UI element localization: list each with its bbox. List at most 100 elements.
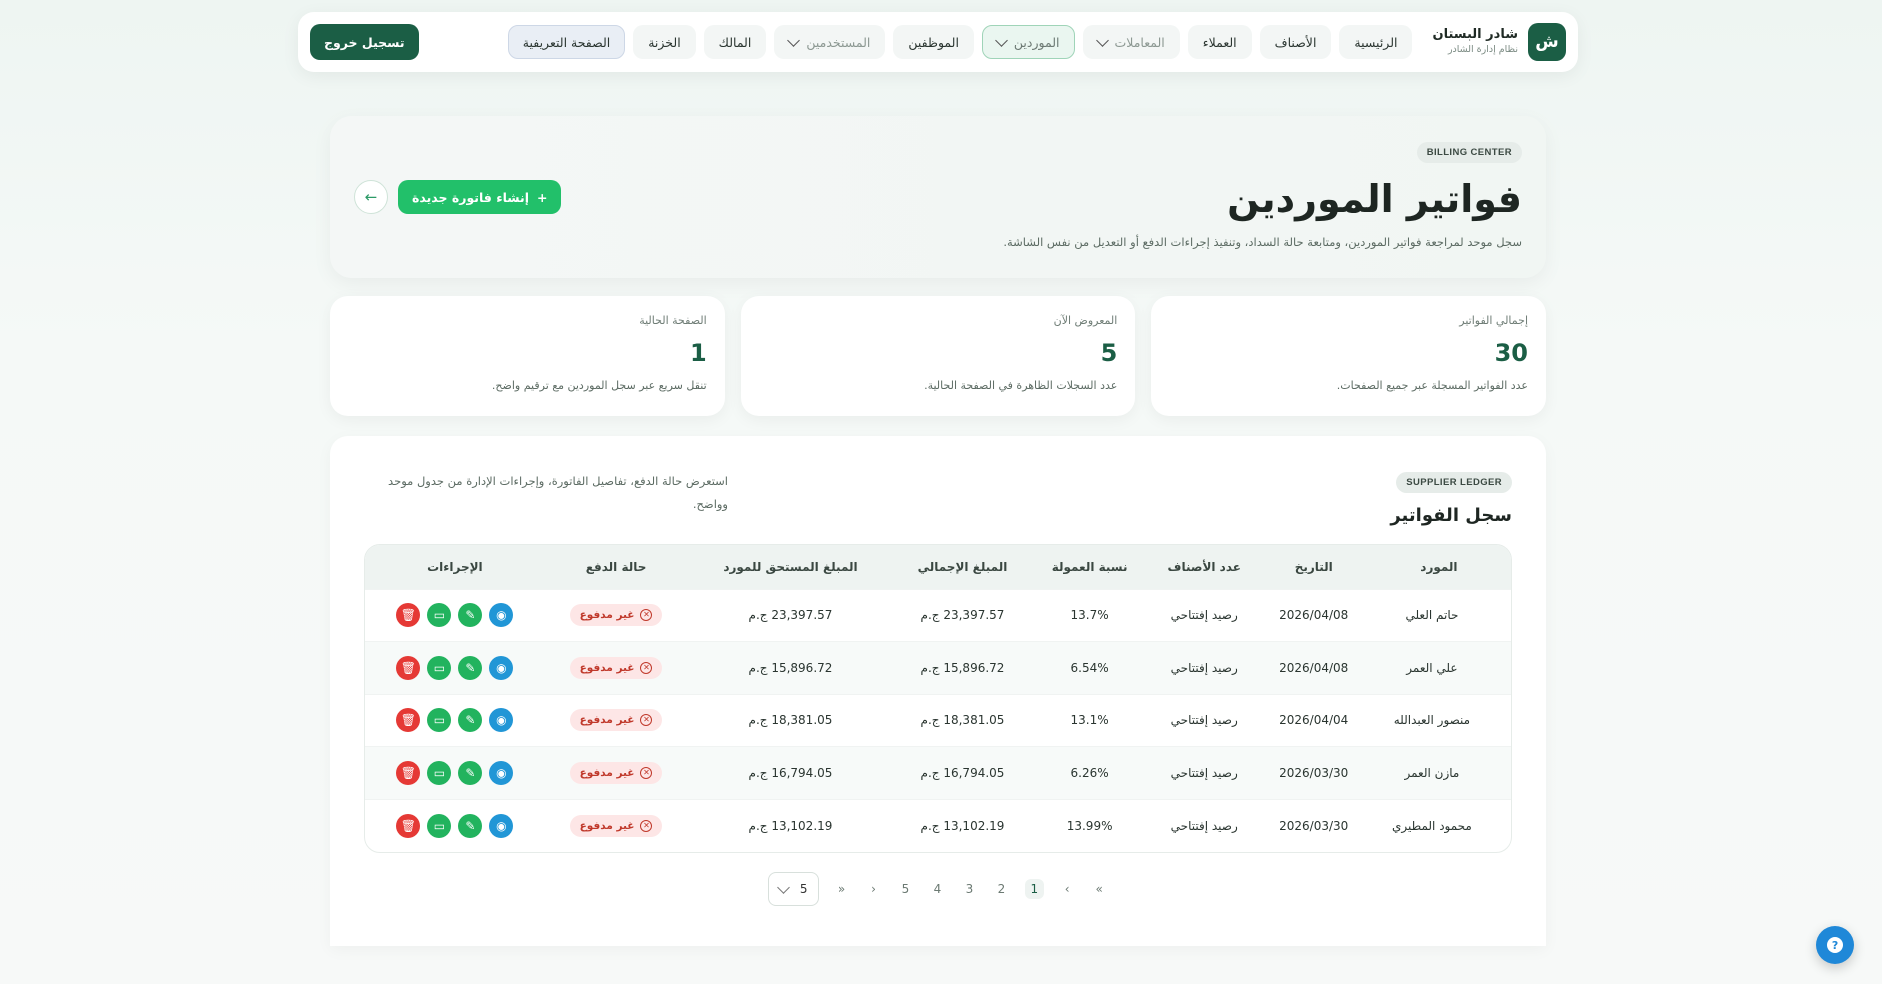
column-header: نسبة العمولة bbox=[1031, 545, 1148, 589]
due-amount-cell: 13,102.19 ج.م bbox=[687, 798, 894, 852]
pay-button[interactable]: ▭ bbox=[427, 655, 452, 680]
due-amount-cell: 16,794.05 ج.م bbox=[687, 746, 894, 799]
nav-item-landing-page[interactable]: الصفحة التعريفية bbox=[507, 25, 626, 59]
logout-button[interactable]: تسجيل خروج bbox=[310, 24, 419, 60]
delete-button[interactable]: 🗑 bbox=[396, 603, 421, 628]
status-label: غير مدفوع bbox=[579, 819, 635, 832]
delete-button[interactable]: 🗑 bbox=[396, 813, 421, 838]
status-badge: ✕ غير مدفوع bbox=[569, 761, 663, 784]
column-header: المبلغ المستحق للمورد bbox=[687, 545, 894, 589]
per-page-select[interactable]: 5 bbox=[767, 872, 819, 906]
due-amount-cell: 18,381.05 ج.م bbox=[687, 693, 894, 747]
nav-item-treasury[interactable]: الخزنة bbox=[633, 25, 696, 59]
nav-item-suppliers[interactable]: الموردين bbox=[981, 25, 1075, 59]
prev-page-button[interactable]: ‹ bbox=[1058, 882, 1076, 896]
status-badge: ✕ غير مدفوع bbox=[569, 604, 663, 627]
edit-button[interactable]: ✎ bbox=[458, 603, 483, 628]
trash-icon: 🗑 bbox=[400, 608, 417, 623]
commission-cell: 6.26% bbox=[1031, 746, 1148, 799]
delete-button[interactable]: 🗑 bbox=[396, 760, 421, 785]
eye-icon: ◉ bbox=[496, 713, 507, 728]
page-2-button[interactable]: 2 bbox=[993, 882, 1011, 896]
nav-item-label: الأصناف bbox=[1274, 34, 1317, 50]
last-page-button[interactable]: » bbox=[833, 882, 851, 896]
items-count-cell: رصيد إفتتاحي bbox=[1147, 798, 1261, 852]
delete-button[interactable]: 🗑 bbox=[396, 708, 421, 733]
edit-button[interactable]: ✎ bbox=[458, 708, 483, 733]
x-circle-icon: ✕ bbox=[640, 819, 653, 832]
x-circle-icon: ✕ bbox=[640, 714, 653, 727]
edit-button[interactable]: ✎ bbox=[458, 760, 483, 785]
brand[interactable]: ش شادر البستان نظام إدارة الشادر bbox=[1432, 23, 1566, 61]
nav-item-users[interactable]: المستخدمين bbox=[774, 25, 886, 59]
ledger-description: استعرض حالة الدفع، تفاصيل الفاتورة، وإجر… bbox=[388, 474, 728, 511]
help-button[interactable]: ? bbox=[1816, 926, 1854, 964]
due-amount-cell: 23,397.57 ج.م bbox=[687, 588, 894, 642]
nav-item-employees[interactable]: الموظفين bbox=[893, 25, 974, 59]
commission-cell: 13.99% bbox=[1031, 798, 1148, 852]
column-header: المبلغ الإجمالي bbox=[893, 545, 1032, 589]
payment-status-cell: ✕ غير مدفوع bbox=[544, 798, 688, 852]
eye-icon: ◉ bbox=[496, 660, 507, 675]
nav-item-label: الرئيسية bbox=[1354, 34, 1398, 50]
stat-value: 30 bbox=[1494, 339, 1528, 367]
edit-button[interactable]: ✎ bbox=[458, 813, 483, 838]
items-count-cell: رصيد إفتتاحي bbox=[1147, 641, 1261, 694]
actions-cell: ◉ ✎ ▭ 🗑 bbox=[365, 588, 545, 642]
status-label: غير مدفوع bbox=[579, 766, 635, 779]
page-3-button[interactable]: 3 bbox=[961, 882, 979, 896]
trash-icon: 🗑 bbox=[400, 660, 417, 675]
nav-item-customers[interactable]: العملاء bbox=[1187, 25, 1252, 59]
invoice-ledger-section: SUPPLIER LEDGER سجل الفواتير استعرض حالة… bbox=[330, 436, 1546, 946]
trash-icon: 🗑 bbox=[400, 818, 417, 833]
stat-label: إجمالي الفواتير bbox=[1459, 314, 1528, 327]
stat-card-shown-now: المعروض الآن 5 عدد السجلات الظاهرة في ال… bbox=[740, 296, 1136, 416]
pagination: 5 » › 5 4 3 2 1 ‹ « bbox=[330, 872, 1546, 906]
items-count-cell: رصيد إفتتاحي bbox=[1147, 693, 1261, 747]
chevron-down-icon bbox=[776, 880, 790, 894]
pay-button[interactable]: ▭ bbox=[427, 603, 452, 628]
pencil-icon: ✎ bbox=[465, 608, 476, 623]
supplier-ledger-pill: SUPPLIER LEDGER bbox=[1396, 472, 1512, 493]
view-button[interactable]: ◉ bbox=[489, 655, 514, 680]
view-button[interactable]: ◉ bbox=[489, 708, 514, 733]
first-page-button[interactable]: « bbox=[1090, 882, 1108, 896]
column-header: عدد الأصناف bbox=[1147, 545, 1261, 589]
table-header-row: المورد التاريخ عدد الأصناف نسبة العمولة … bbox=[365, 545, 1511, 589]
page-5-button[interactable]: 5 bbox=[897, 882, 915, 896]
pencil-icon: ✎ bbox=[465, 660, 476, 675]
question-icon: ? bbox=[1827, 937, 1843, 953]
total-amount-cell: 18,381.05 ج.م bbox=[893, 693, 1032, 747]
table-row: مازن العمر 2026/03/30 رصيد إفتتاحي 6.26% 16,… bbox=[365, 746, 1511, 799]
nav-item-owner[interactable]: المالك bbox=[703, 25, 767, 59]
invoices-table: المورد التاريخ عدد الأصناف نسبة العمولة … bbox=[364, 544, 1512, 853]
view-button[interactable]: ◉ bbox=[489, 760, 514, 785]
delete-button[interactable]: 🗑 bbox=[396, 655, 421, 680]
nav-item-items[interactable]: الأصناف bbox=[1259, 25, 1332, 59]
x-circle-icon: ✕ bbox=[640, 609, 653, 622]
items-count-cell: رصيد إفتتاحي bbox=[1147, 588, 1261, 642]
view-button[interactable]: ◉ bbox=[489, 813, 514, 838]
total-amount-cell: 15,896.72 ج.م bbox=[893, 641, 1032, 694]
nav-item-home[interactable]: الرئيسية bbox=[1339, 25, 1413, 59]
supplier-cell: علي العمر bbox=[1366, 641, 1511, 694]
status-badge: ✕ غير مدفوع bbox=[569, 656, 663, 679]
view-button[interactable]: ◉ bbox=[489, 603, 514, 628]
pay-button[interactable]: ▭ bbox=[427, 760, 452, 785]
page-4-button[interactable]: 4 bbox=[929, 882, 947, 896]
nav-item-transactions[interactable]: المعاملات bbox=[1082, 25, 1180, 59]
pay-button[interactable]: ▭ bbox=[427, 708, 452, 733]
total-amount-cell: 16,794.05 ج.م bbox=[893, 746, 1032, 799]
status-label: غير مدفوع bbox=[579, 661, 635, 674]
pay-button[interactable]: ▭ bbox=[427, 813, 452, 838]
supplier-cell: منصور العبدالله bbox=[1366, 693, 1511, 747]
edit-button[interactable]: ✎ bbox=[458, 655, 483, 680]
back-button[interactable]: ← bbox=[354, 180, 388, 214]
commission-cell: 6.54% bbox=[1031, 641, 1148, 694]
next-page-button[interactable]: › bbox=[865, 882, 883, 896]
page-1-button[interactable]: 1 bbox=[1024, 879, 1045, 899]
nav-item-label: المستخدمين bbox=[806, 34, 871, 50]
status-label: غير مدفوع bbox=[579, 714, 635, 727]
create-invoice-button[interactable]: + إنشاء فاتورة جديدة bbox=[398, 180, 562, 214]
nav-menu: الرئيسية الأصناف العملاء المعاملات المور… bbox=[310, 24, 1413, 60]
